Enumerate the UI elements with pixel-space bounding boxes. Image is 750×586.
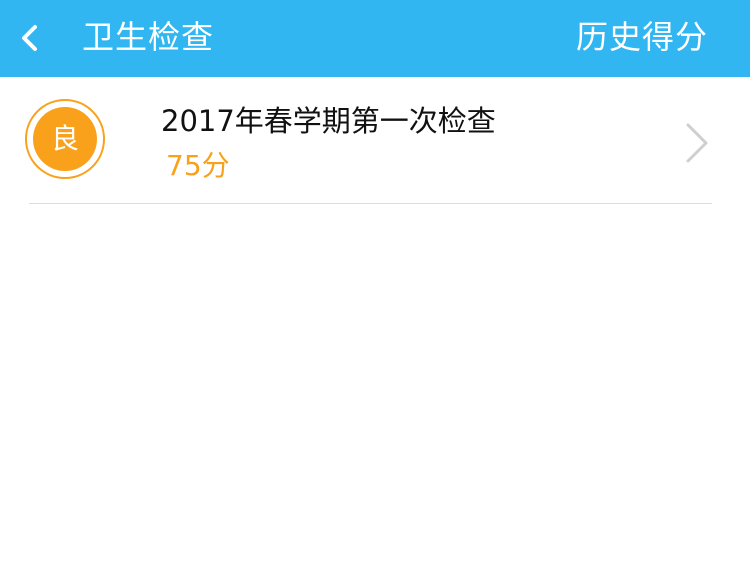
top-navigation-bar: 卫生检查 历史得分 <box>0 0 750 77</box>
inspection-score: 75分 <box>166 149 230 182</box>
app-screen: 卫生检查 历史得分 良 2017年春学期第一次检查 75分 <box>0 0 750 586</box>
back-button[interactable] <box>8 12 52 64</box>
page-title: 卫生检查 <box>82 18 215 56</box>
inspection-list: 良 2017年春学期第一次检查 75分 <box>0 77 750 204</box>
grade-badge: 良 <box>25 99 105 179</box>
chevron-left-icon <box>22 25 37 51</box>
inspection-title: 2017年春学期第一次检查 <box>161 104 496 138</box>
history-score-button[interactable]: 历史得分 <box>576 15 708 59</box>
chevron-right-icon[interactable] <box>684 122 710 164</box>
inspection-list-item[interactable]: 良 2017年春学期第一次检查 75分 <box>0 77 750 204</box>
grade-label: 良 <box>33 107 97 171</box>
